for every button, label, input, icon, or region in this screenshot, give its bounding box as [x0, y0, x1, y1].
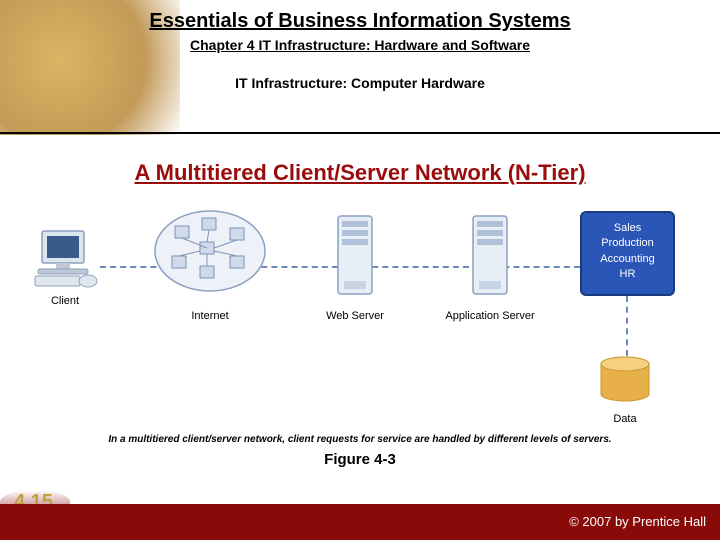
database-icon: [598, 356, 653, 404]
data-node: Data: [595, 356, 655, 425]
internet-label: Internet: [150, 310, 270, 322]
applications-box: Sales Production Accounting HR: [580, 211, 675, 296]
vertical-line: [626, 296, 628, 356]
webserver-node: Web Server: [320, 211, 390, 322]
appserver-icon: [465, 211, 515, 301]
appserver-node: Application Server: [440, 211, 540, 322]
header-divider: [0, 132, 720, 134]
figure-label: Figure 4-3: [0, 451, 720, 468]
data-label: Data: [595, 413, 655, 425]
content-area: A Multitiered Client/Server Network (N-T…: [0, 150, 720, 500]
webserver-icon: [330, 211, 380, 301]
diagram-caption: In a multitiered client/server network, …: [0, 434, 720, 445]
app-hr: HR: [586, 267, 669, 282]
section-title: IT Infrastructure: Computer Hardware: [0, 75, 720, 91]
webserver-label: Web Server: [320, 310, 390, 322]
client-icon: [30, 226, 100, 291]
app-accounting: Accounting: [586, 252, 669, 267]
copyright-text: © 2007 by Prentice Hall: [569, 514, 706, 529]
appserver-label: Application Server: [440, 310, 540, 322]
slide-heading: A Multitiered Client/Server Network (N-T…: [0, 150, 720, 206]
client-node: Client: [20, 226, 110, 307]
app-sales: Sales: [586, 221, 669, 236]
internet-node: Internet: [150, 206, 270, 322]
book-title: Essentials of Business Information Syste…: [0, 10, 720, 33]
client-label: Client: [20, 295, 110, 307]
chapter-title: Chapter 4 IT Infrastructure: Hardware an…: [0, 37, 720, 53]
app-production: Production: [586, 236, 669, 251]
footer-bar: © 2007 by Prentice Hall: [0, 504, 720, 540]
network-diagram: Client: [20, 206, 700, 426]
internet-icon: [150, 206, 270, 301]
header: Essentials of Business Information Syste…: [0, 0, 720, 91]
